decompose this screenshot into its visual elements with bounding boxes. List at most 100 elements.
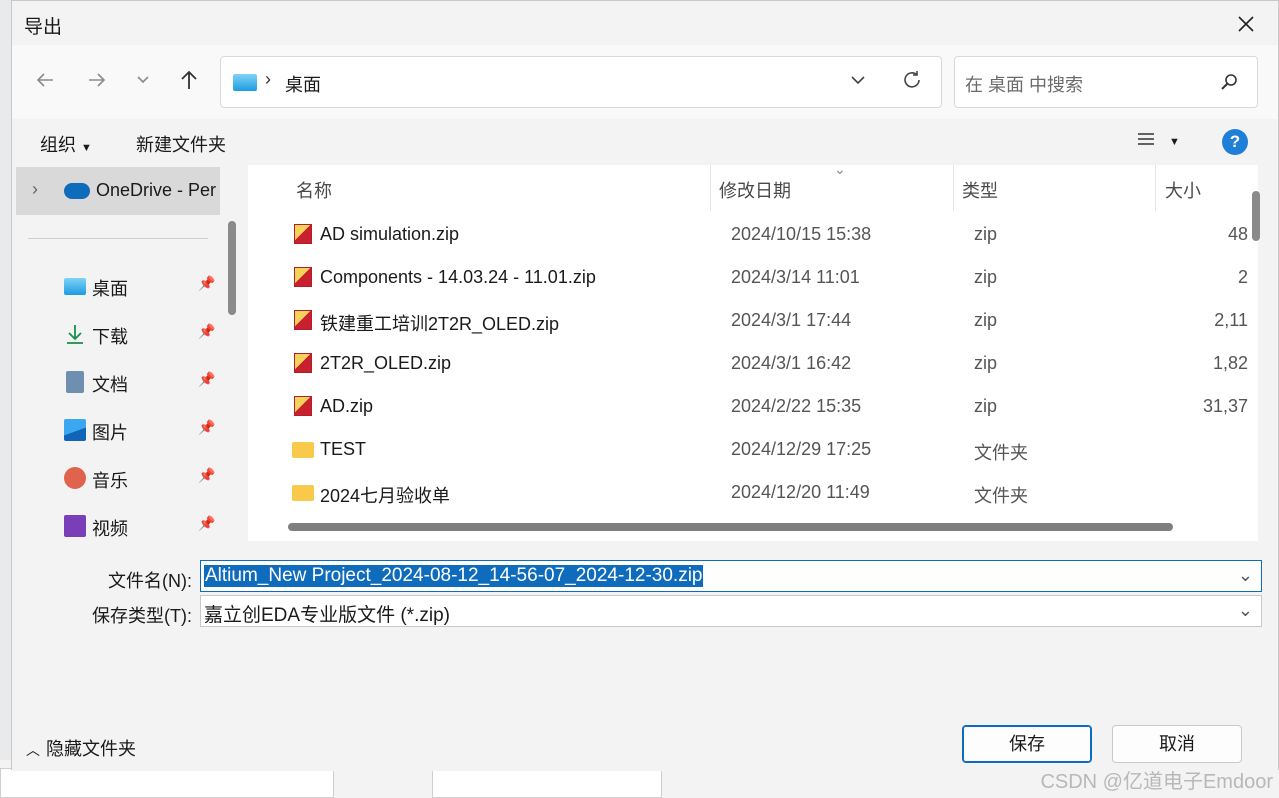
hide-folders-toggle[interactable]: ︿ 隐藏文件夹 bbox=[26, 735, 136, 761]
folder-icon bbox=[292, 485, 314, 501]
file-size: 31,37 bbox=[1202, 396, 1248, 416]
onedrive-cloud-icon bbox=[64, 183, 90, 199]
filetype-value: 嘉立创EDA专业版文件 (*.zip) bbox=[204, 605, 450, 626]
back-button[interactable] bbox=[28, 63, 62, 97]
desktop-folder-icon bbox=[233, 74, 257, 91]
column-divider[interactable] bbox=[710, 165, 711, 211]
sidebar-item-label: 音乐 bbox=[92, 471, 128, 491]
chevron-right-icon[interactable]: › bbox=[32, 179, 38, 200]
navigation-bar: › 桌面 在 桌面 中搜索 bbox=[12, 45, 1278, 119]
watermark: CSDN @亿道电子Emdoor bbox=[1040, 771, 1273, 793]
dialog-footer: ︿ 隐藏文件夹 保存 取消 bbox=[12, 691, 1278, 771]
table-row[interactable]: AD.zip 2024/2/22 15:35 zip 31,37 bbox=[248, 385, 1248, 428]
file-name: TEST bbox=[320, 439, 367, 459]
save-button[interactable]: 保存 bbox=[962, 725, 1092, 763]
zip-file-icon bbox=[294, 310, 312, 330]
chevron-down-icon[interactable]: ⌄ bbox=[1238, 565, 1253, 586]
file-modified: 2024/12/20 11:49 bbox=[731, 482, 870, 502]
column-header-modified[interactable]: 修改日期 bbox=[719, 177, 791, 203]
search-box[interactable]: 在 桌面 中搜索 bbox=[954, 56, 1258, 108]
file-type: zip bbox=[974, 396, 998, 416]
dialog-title: 导出 bbox=[24, 17, 63, 38]
file-type: zip bbox=[974, 267, 998, 287]
column-header-name[interactable]: 名称 bbox=[296, 177, 332, 203]
file-name: 2T2R_OLED.zip bbox=[320, 353, 452, 373]
sidebar-item-music[interactable]: 音乐 📌 bbox=[12, 459, 222, 499]
sidebar-item-label: 桌面 bbox=[92, 279, 128, 299]
table-row[interactable]: 2024七月验收单 2024/12/20 11:49 文件夹 bbox=[248, 471, 1248, 514]
sidebar-item-onedrive[interactable]: › OneDrive - Per bbox=[16, 167, 220, 215]
file-name: AD.zip bbox=[320, 396, 374, 416]
sidebar-item-label: 图片 bbox=[92, 423, 128, 443]
file-type: 文件夹 bbox=[974, 486, 1028, 506]
table-row[interactable]: 2T2R_OLED.zip 2024/3/1 16:42 zip 1,82 bbox=[248, 342, 1248, 385]
file-type: zip bbox=[974, 224, 998, 244]
file-size: 2 bbox=[1237, 267, 1248, 287]
vertical-scrollbar[interactable] bbox=[1252, 191, 1260, 241]
filetype-select[interactable]: 嘉立创EDA专业版文件 (*.zip) ⌄ bbox=[200, 595, 1262, 627]
table-row[interactable]: AD simulation.zip 2024/10/15 15:38 zip 48 bbox=[248, 213, 1248, 256]
filename-value: Altium_New Project_2024-08-12_14-56-07_2… bbox=[204, 565, 704, 587]
column-header-size[interactable]: 大小 bbox=[1165, 177, 1201, 203]
column-divider[interactable] bbox=[953, 165, 954, 211]
file-modified: 2024/10/15 15:38 bbox=[731, 224, 872, 244]
export-dialog: 导出 › 桌面 在 桌面 中搜索 组织 ▼ 新建文件夹 ▼ ? › OneDri… bbox=[11, 0, 1279, 771]
picture-icon bbox=[64, 419, 86, 441]
recent-locations-button[interactable] bbox=[126, 63, 160, 97]
hide-folders-label: 隐藏文件夹 bbox=[46, 739, 136, 759]
close-icon bbox=[1238, 16, 1254, 32]
view-options-button[interactable]: ▼ bbox=[1136, 129, 1180, 154]
filename-field[interactable]: Altium_New Project_2024-08-12_14-56-07_2… bbox=[200, 560, 1262, 592]
column-header-type[interactable]: 类型 bbox=[962, 177, 998, 203]
sidebar-item-desktop[interactable]: 桌面 📌 bbox=[12, 267, 222, 307]
breadcrumb[interactable]: 桌面 bbox=[285, 71, 321, 97]
sidebar-item-videos[interactable]: 视频 📌 bbox=[12, 507, 222, 541]
sidebar-scrollbar[interactable] bbox=[228, 221, 236, 315]
chevron-up-icon: ︿ bbox=[26, 742, 40, 758]
new-folder-button[interactable]: 新建文件夹 bbox=[136, 131, 226, 157]
pin-icon: 📌 bbox=[198, 275, 216, 291]
sidebar-item-label: 文档 bbox=[92, 375, 128, 395]
table-row[interactable]: Components - 14.03.24 - 11.01.zip 2024/3/… bbox=[248, 256, 1248, 299]
help-button[interactable]: ? bbox=[1222, 129, 1248, 155]
pin-icon: 📌 bbox=[198, 467, 216, 483]
zip-file-icon bbox=[294, 224, 312, 244]
sidebar-item-documents[interactable]: 文档 📌 bbox=[12, 363, 222, 403]
up-button[interactable] bbox=[172, 63, 206, 97]
forward-button[interactable] bbox=[80, 63, 114, 97]
search-icon[interactable] bbox=[1219, 72, 1239, 97]
table-row[interactable]: TEST 2024/12/29 17:25 文件夹 bbox=[248, 428, 1248, 471]
file-name: 铁建重工培训2T2R_OLED.zip bbox=[320, 314, 560, 334]
table-row[interactable]: 铁建重工培训2T2R_OLED.zip 2024/3/1 17:44 zip 2,11 bbox=[248, 299, 1248, 342]
breadcrumb-separator-icon: › bbox=[265, 69, 271, 89]
chevron-down-icon[interactable]: ⌄ bbox=[1238, 600, 1253, 621]
file-size: 1,82 bbox=[1212, 353, 1248, 373]
chevron-down-icon bbox=[137, 76, 149, 84]
horizontal-scrollbar[interactable] bbox=[288, 523, 1173, 531]
file-modified: 2024/3/1 16:42 bbox=[731, 353, 852, 373]
filename-label: 文件名(N): bbox=[108, 571, 192, 591]
refresh-button[interactable] bbox=[901, 69, 923, 96]
refresh-icon bbox=[904, 71, 920, 88]
file-type: zip bbox=[974, 353, 998, 373]
address-bar[interactable]: › 桌面 bbox=[220, 56, 942, 108]
arrow-up-icon bbox=[181, 70, 197, 89]
address-history-button[interactable] bbox=[849, 71, 867, 94]
arrow-right-icon bbox=[89, 73, 106, 87]
search-placeholder: 在 桌面 中搜索 bbox=[965, 75, 1084, 95]
file-size: 2,11 bbox=[1214, 310, 1248, 330]
file-name: AD simulation.zip bbox=[320, 224, 460, 244]
cancel-button[interactable]: 取消 bbox=[1112, 725, 1242, 763]
sidebar-item-downloads[interactable]: 下载 📌 bbox=[12, 315, 222, 355]
file-modified: 2024/2/22 15:35 bbox=[731, 396, 862, 416]
folder-icon bbox=[292, 442, 314, 458]
file-modified: 2024/12/29 17:25 bbox=[731, 439, 872, 459]
file-list: 名称 ⌄ 修改日期 类型 大小 AD simulation.zip 2024/10… bbox=[248, 161, 1258, 541]
organize-menu[interactable]: 组织 ▼ bbox=[40, 131, 92, 157]
sidebar-item-pictures[interactable]: 图片 📌 bbox=[12, 411, 222, 451]
close-button[interactable] bbox=[1226, 7, 1266, 41]
file-type: zip bbox=[974, 310, 998, 330]
file-size: 48 bbox=[1227, 224, 1248, 244]
pin-icon: 📌 bbox=[198, 323, 216, 339]
column-divider[interactable] bbox=[1155, 165, 1156, 211]
